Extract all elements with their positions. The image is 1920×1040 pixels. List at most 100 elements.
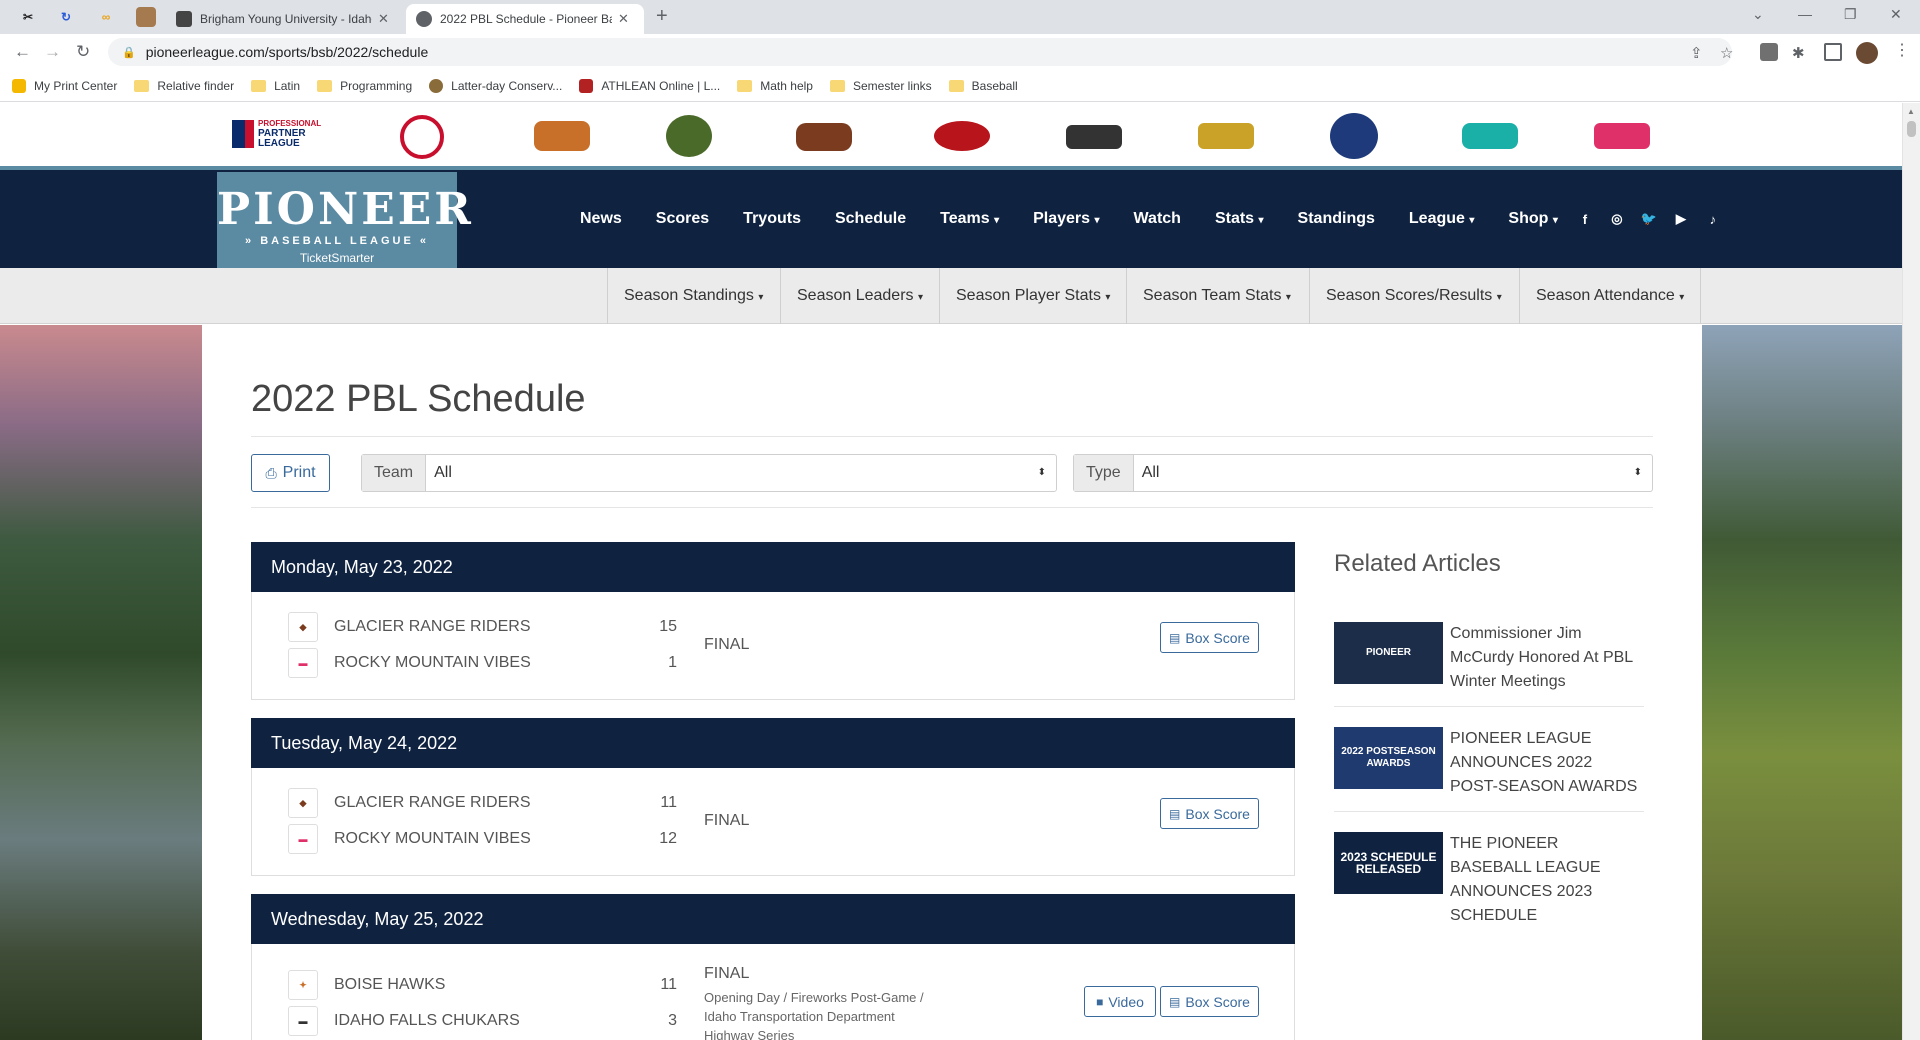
bookmark-item[interactable]: My Print Center (12, 78, 117, 93)
team-filter[interactable]: Team All ⬍ (361, 454, 1057, 492)
bookmark-folder[interactable]: Baseball (948, 79, 1018, 93)
box-score-button[interactable]: ▤ Box Score (1160, 622, 1259, 653)
box-score-label: Box Score (1185, 629, 1250, 646)
bookmark-item[interactable]: ATHLEAN Online | L... (579, 78, 720, 93)
bookmark-folder[interactable]: Latin (251, 79, 300, 93)
video-button[interactable]: ■ Video (1084, 986, 1156, 1017)
team-logo-icon[interactable] (1594, 123, 1650, 149)
type-select[interactable]: All ⬍ (1134, 455, 1652, 491)
close-tab-icon[interactable]: ✕ (618, 11, 629, 27)
share-icon[interactable]: ⇪ (1690, 44, 1703, 62)
new-tab-icon[interactable]: + (656, 5, 668, 28)
tiktok-icon[interactable]: ♪ (1704, 212, 1722, 227)
thumbnail-text: PIONEER (1365, 647, 1411, 658)
bookmark-folder[interactable]: Semester links (829, 79, 932, 93)
team-logo-icon[interactable] (1330, 113, 1378, 159)
tab-pbl-schedule[interactable]: 2022 PBL Schedule - Pioneer Baseball Lea… (406, 4, 644, 34)
article-link[interactable]: THE PIONEER BASEBALL LEAGUE ANNOUNCES 20… (1450, 832, 1640, 928)
reload-icon[interactable]: ↻ (76, 42, 90, 62)
team-logo-icon[interactable] (400, 115, 444, 159)
restore-icon[interactable]: ❐ (1844, 6, 1857, 23)
pinned-tab-icon[interactable]: ∞ (96, 7, 116, 27)
forward-arrow-icon[interactable]: → (44, 42, 61, 62)
nav-item-tryouts[interactable]: Tryouts (743, 210, 801, 228)
page-scrollbar[interactable]: ▲ (1902, 103, 1920, 1040)
team-logo-icon[interactable] (1462, 123, 1518, 149)
team-logo-icon[interactable] (534, 121, 590, 151)
home-team[interactable]: ▬ IDAHO FALLS CHUKARS (288, 1006, 520, 1036)
close-tab-icon[interactable]: ✕ (378, 11, 389, 27)
folder-icon (737, 79, 753, 92)
nav-item-watch[interactable]: Watch (1134, 210, 1181, 228)
type-filter[interactable]: Type All ⬍ (1073, 454, 1653, 492)
article-link[interactable]: PIONEER LEAGUE ANNOUNCES 2022 POST-SEASO… (1450, 727, 1640, 799)
close-window-icon[interactable]: ✕ (1890, 6, 1902, 23)
away-team[interactable]: ✦ BOISE HAWKS (288, 970, 445, 1000)
partner-league-logo[interactable]: PROFESSIONAL PARTNER LEAGUE (232, 119, 321, 149)
tab-byui[interactable]: Brigham Young University - Idaho ✕ (166, 4, 406, 34)
nav-item-news[interactable]: News (580, 210, 622, 228)
minimize-icon[interactable]: — (1798, 6, 1812, 22)
extension-icon[interactable] (1760, 43, 1778, 61)
print-button[interactable]: ⎙ Print (251, 454, 330, 492)
article-thumbnail[interactable]: PIONEER (1334, 622, 1443, 684)
article-link[interactable]: Commissioner Jim McCurdy Honored At PBL … (1450, 622, 1640, 694)
video-label: Video (1108, 993, 1144, 1010)
bookmark-item[interactable]: Latter-day Conserv... (429, 78, 562, 93)
facebook-icon[interactable]: f (1576, 212, 1594, 227)
team-select-value: All (434, 464, 452, 481)
team-logo-icon[interactable] (796, 123, 852, 151)
pinned-tab-icon[interactable]: ✂ (18, 7, 38, 27)
twitter-icon[interactable]: 🐦 (1640, 211, 1658, 227)
bookmark-star-icon[interactable]: ☆ (1720, 44, 1733, 62)
scrollbar-thumb[interactable] (1907, 121, 1916, 137)
nav-item-scores[interactable]: Scores (656, 210, 709, 228)
subnav-season-standings[interactable]: Season Standings ▾ (607, 268, 779, 324)
profile-avatar[interactable] (1856, 42, 1878, 64)
team-logo-icon[interactable] (666, 115, 712, 157)
pinned-tab-icon[interactable] (136, 7, 156, 27)
article-thumbnail[interactable]: 2022 POSTSEASON AWARDS (1334, 727, 1443, 789)
subnav-season-scores[interactable]: Season Scores/Results ▾ (1309, 268, 1518, 324)
subnav-label: Season Attendance (1536, 287, 1675, 304)
subnav-season-attendance[interactable]: Season Attendance ▾ (1519, 268, 1702, 324)
nav-item-league[interactable]: League ▾ (1409, 210, 1475, 228)
url-text: pioneerleague.com/sports/bsb/2022/schedu… (145, 44, 429, 60)
away-team[interactable]: ◆ GLACIER RANGE RIDERS (288, 612, 530, 642)
tab-search-icon[interactable]: ⌄ (1752, 6, 1764, 23)
nav-item-stats[interactable]: Stats ▾ (1215, 210, 1264, 228)
bookmark-folder[interactable]: Math help (737, 79, 813, 93)
bookmark-folder[interactable]: Programming (317, 79, 412, 93)
team-logo-icon[interactable] (934, 121, 990, 151)
back-arrow-icon[interactable]: ← (14, 42, 31, 62)
away-score: 11 (660, 976, 677, 993)
home-team[interactable]: ▬ ROCKY MOUNTAIN VIBES (288, 648, 531, 678)
home-team[interactable]: ▬ ROCKY MOUNTAIN VIBES (288, 824, 531, 854)
pinned-tab-icon[interactable]: ↻ (56, 7, 76, 27)
menu-dots-icon[interactable]: ⋮ (1894, 40, 1910, 60)
box-score-button[interactable]: ▤ Box Score (1160, 798, 1259, 829)
nav-label: Players (1033, 210, 1091, 227)
subnav-season-leaders[interactable]: Season Leaders ▾ (780, 268, 939, 324)
article-thumbnail[interactable]: 2023 SCHEDULE RELEASED (1334, 832, 1443, 894)
team-logo-icon[interactable] (1198, 123, 1254, 149)
youtube-icon[interactable]: ▶ (1672, 211, 1690, 227)
nav-item-shop[interactable]: Shop ▾ (1508, 210, 1557, 228)
instagram-icon[interactable]: ◎ (1608, 211, 1626, 227)
subnav-season-player-stats[interactable]: Season Player Stats ▾ (939, 268, 1126, 324)
subnav-season-team-stats[interactable]: Season Team Stats ▾ (1126, 268, 1307, 324)
team-logo-icon[interactable] (1066, 125, 1122, 149)
scroll-up-arrow-icon[interactable]: ▲ (1907, 107, 1915, 116)
folder-icon (251, 79, 267, 92)
nav-item-teams[interactable]: Teams ▾ (940, 210, 999, 228)
away-team[interactable]: ◆ GLACIER RANGE RIDERS (288, 788, 530, 818)
side-panel-icon[interactable] (1824, 43, 1842, 61)
nav-item-players[interactable]: Players ▾ (1033, 210, 1099, 228)
puzzle-extensions-icon[interactable]: ✱ (1792, 44, 1805, 62)
address-bar[interactable]: 🔒 pioneerleague.com/sports/bsb/2022/sche… (108, 38, 1732, 66)
box-score-button[interactable]: ▤ Box Score (1160, 986, 1259, 1017)
bookmark-folder[interactable]: Relative finder (134, 79, 234, 93)
nav-item-schedule[interactable]: Schedule (835, 210, 906, 228)
nav-item-standings[interactable]: Standings (1298, 210, 1375, 228)
team-select[interactable]: All ⬍ (426, 455, 1056, 491)
